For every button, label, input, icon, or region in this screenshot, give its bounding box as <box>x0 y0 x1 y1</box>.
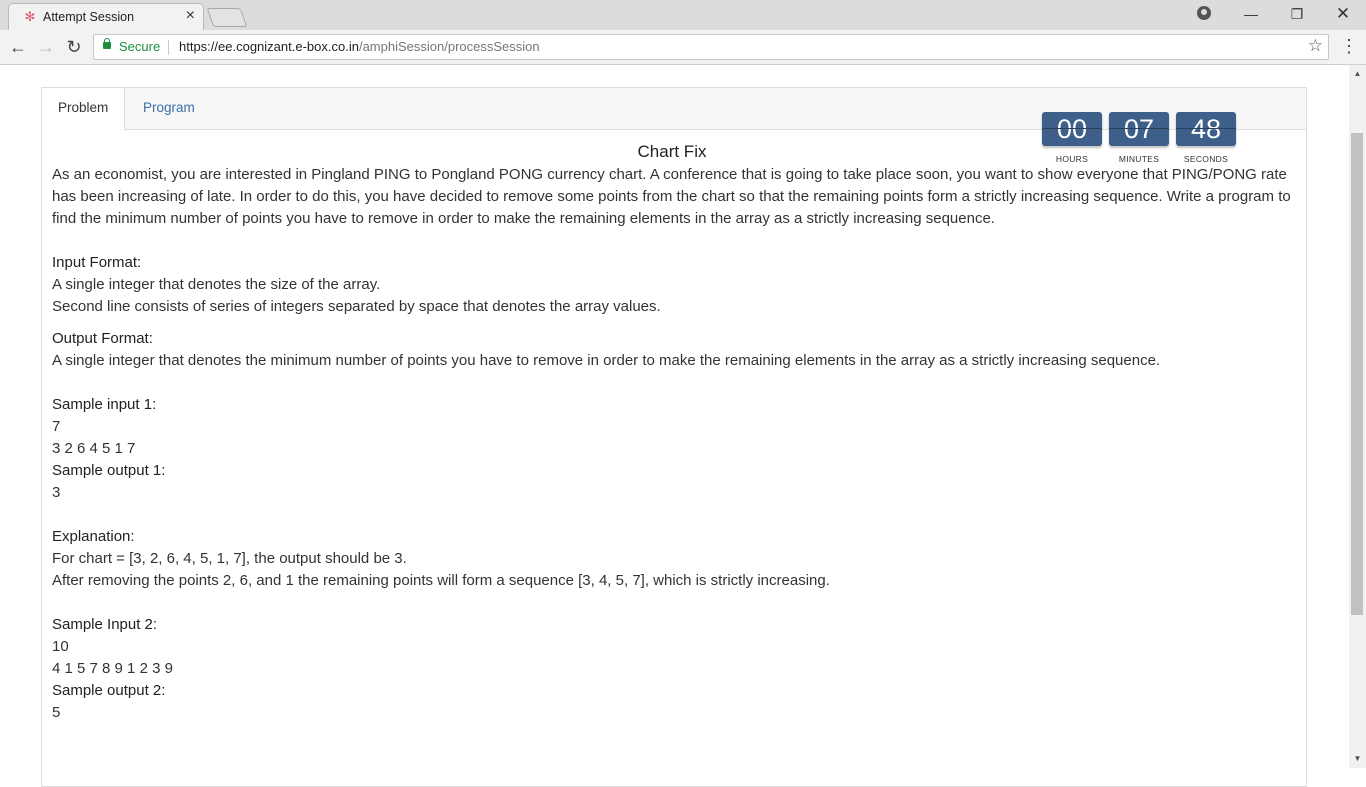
address-bar[interactable]: Secure https://ee.cognizant.e-box.co.in/… <box>93 34 1329 60</box>
browser-tab-title: Attempt Session <box>43 10 135 24</box>
reload-icon[interactable]: ↻ <box>63 36 85 58</box>
tab-program[interactable]: Program <box>127 88 211 129</box>
forward-icon[interactable]: → <box>35 36 57 58</box>
page-scrollbar[interactable]: ▲ ▼ <box>1349 65 1366 768</box>
input-format-line2: Second line consists of series of intege… <box>52 298 661 315</box>
url-text: https://ee.cognizant.e-box.co.in/amphiSe… <box>179 39 540 54</box>
url-path: /amphiSession/processSession <box>358 39 540 54</box>
sample-input1-heading: Sample input 1: <box>52 396 157 413</box>
explanation-line2: After removing the points 2, 6, and 1 th… <box>52 572 830 589</box>
sample-input2-heading: Sample Input 2: <box>52 616 158 633</box>
sample-input1-line1: 7 <box>52 418 61 435</box>
back-icon[interactable]: ← <box>7 36 29 58</box>
problem-title: Chart Fix <box>637 142 707 161</box>
input-format-heading: Input Format: <box>52 254 142 271</box>
close-window-icon[interactable]: ✕ <box>1320 4 1366 26</box>
browser-tabstrip: ✻ Attempt Session × — ❐ ✕ <box>0 0 1366 30</box>
url-host: https://ee.cognizant.e-box.co.in <box>179 39 359 54</box>
scroll-up-icon[interactable]: ▲ <box>1349 67 1366 81</box>
scroll-thumb[interactable] <box>1351 133 1363 615</box>
explanation-heading: Explanation: <box>52 528 135 545</box>
account-icon[interactable] <box>1197 6 1211 20</box>
bookmark-star-icon[interactable]: ☆ <box>1308 36 1323 56</box>
restore-icon[interactable]: ❐ <box>1274 4 1320 26</box>
scroll-down-icon[interactable]: ▼ <box>1349 752 1366 766</box>
new-tab-button[interactable] <box>206 8 248 27</box>
output-format-heading: Output Format: <box>52 330 153 347</box>
minimize-icon[interactable]: — <box>1228 4 1274 26</box>
site-favicon-icon: ✻ <box>24 9 36 24</box>
tab-problem[interactable]: Problem <box>42 88 126 130</box>
sample-input2-line1: 10 <box>52 638 69 655</box>
sample-output1-value: 3 <box>52 484 61 501</box>
browser-toolbar: ← → ↻ Secure https://ee.cognizant.e-box.… <box>0 30 1366 65</box>
lock-icon <box>103 38 111 49</box>
sample-output1-heading: Sample output 1: <box>52 462 166 479</box>
explanation-line1: For chart = [3, 2, 6, 4, 5, 1, 7], the o… <box>52 550 407 567</box>
output-format-line1: A single integer that denotes the minimu… <box>52 352 1161 369</box>
browser-tab[interactable]: ✻ Attempt Session × <box>8 3 204 30</box>
secure-label: Secure <box>119 39 161 54</box>
browser-menu-icon[interactable]: ⋮ <box>1340 36 1358 57</box>
address-separator <box>168 40 169 55</box>
sample-input1-line2: 3 2 6 4 5 1 7 <box>52 440 136 457</box>
problem-description: As an economist, you are interested in P… <box>52 166 1291 227</box>
sample-input2-line2: 4 1 5 7 8 9 1 2 3 9 <box>52 660 173 677</box>
close-tab-icon[interactable]: × <box>186 7 195 25</box>
sample-output2-heading: Sample output 2: <box>52 682 166 699</box>
sample-output2-value: 5 <box>52 704 61 721</box>
problem-content: Chart Fix As an economist, you are inter… <box>52 140 1292 724</box>
input-format-line1: A single integer that denotes the size o… <box>52 276 381 293</box>
